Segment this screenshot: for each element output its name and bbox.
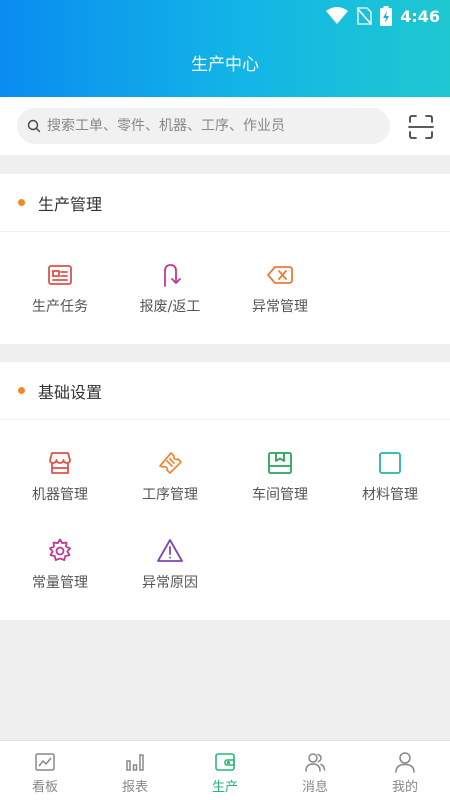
menu-item-production-task[interactable]: 生产任务 (5, 262, 115, 316)
no-sim-icon (356, 7, 373, 25)
person-icon (395, 752, 415, 773)
battery-charging-icon (380, 6, 393, 26)
tab-profile[interactable]: 我的 (360, 741, 450, 800)
menu-item-exception-reason[interactable]: 异常原因 (115, 538, 225, 592)
clock: 4:46 (400, 6, 440, 26)
gear-icon (49, 538, 71, 561)
section-header: 基础设置 (0, 362, 450, 420)
menu-item-process-management[interactable]: 工序管理 (115, 450, 225, 504)
page-title: 生产中心 (191, 55, 259, 75)
tag-close-icon (267, 266, 293, 284)
square-icon (379, 452, 401, 474)
users-icon (305, 753, 326, 772)
menu-item-workshop-management[interactable]: 车间管理 (225, 450, 335, 504)
id-card-icon (48, 265, 72, 285)
search-bar (0, 97, 450, 155)
status-bar: 4:46 (326, 4, 440, 28)
section-basic-settings: 基础设置 机器管理 工序管理 车间管理 材料管理 常量管理 异常原因 (0, 362, 450, 620)
tab-dashboard[interactable]: 看板 (0, 741, 90, 800)
wifi-icon (326, 7, 349, 24)
section-title: 生产管理 (38, 194, 103, 214)
tab-messages[interactable]: 消息 (270, 741, 360, 800)
tab-production[interactable]: 生产 (180, 741, 270, 800)
ticket-icon (159, 452, 182, 474)
menu-item-machine-management[interactable]: 机器管理 (5, 450, 115, 504)
app-header: 4:46 生产中心 (0, 0, 450, 97)
search-input[interactable] (47, 118, 367, 134)
wallet-icon (215, 753, 235, 771)
box-icon (268, 452, 292, 474)
dashboard-icon (35, 753, 55, 771)
menu-item-constant-management[interactable]: 常量管理 (5, 538, 115, 592)
u-turn-arrow-icon (164, 264, 181, 287)
menu-item-material-management[interactable]: 材料管理 (335, 450, 445, 504)
search-icon (27, 119, 41, 133)
section-production-management: 生产管理 生产任务 报废/返工 异常管理 (0, 174, 450, 344)
bar-chart-icon (126, 754, 144, 771)
bullet-dot (18, 199, 25, 206)
warning-icon (157, 539, 183, 562)
section-title: 基础设置 (38, 382, 103, 402)
scan-icon[interactable] (407, 113, 435, 141)
bottom-tab-bar: 看板 报表 生产 消息 我的 (0, 740, 450, 800)
store-icon (49, 452, 71, 474)
menu-item-scrap-rework[interactable]: 报废/返工 (115, 262, 225, 316)
tab-reports[interactable]: 报表 (90, 741, 180, 800)
menu-item-exception-management[interactable]: 异常管理 (225, 262, 335, 316)
search-box[interactable] (17, 108, 390, 144)
bullet-dot (18, 387, 25, 394)
section-header: 生产管理 (0, 174, 450, 232)
